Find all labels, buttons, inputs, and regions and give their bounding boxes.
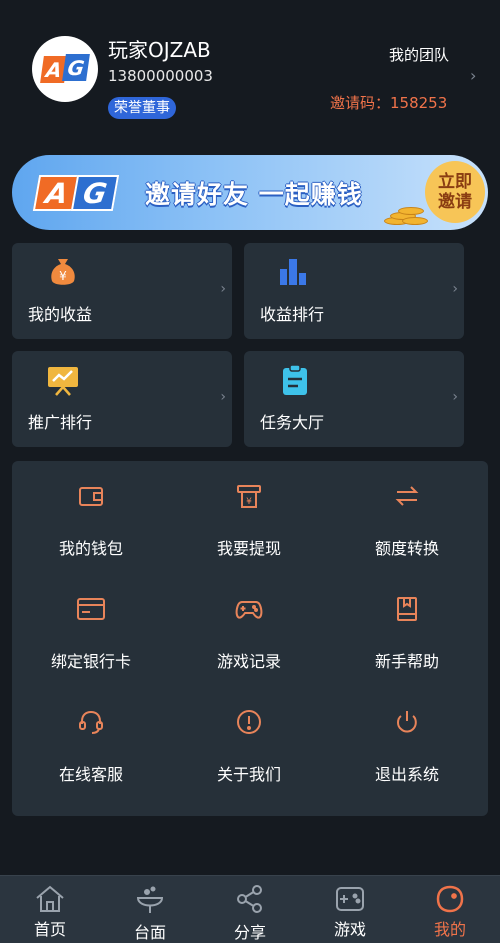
banner-slogan: 邀请好友 一起赚钱 [145, 180, 363, 209]
menu-grid: 我的钱包 ¥ 我要提现 额度转换 绑定银行卡 游戏记录 新手帮助 在线客服 关于… [12, 461, 488, 816]
bottom-tab-bar: 首页 台面 分享 游戏 我的 [0, 875, 500, 943]
card-label: 我的收益 [28, 305, 93, 324]
menu-item-withdraw[interactable]: ¥ 我要提现 [170, 461, 328, 561]
game-icon [336, 887, 364, 911]
card-label: 推广排行 [28, 413, 93, 432]
username: 玩家OJZAB [108, 38, 211, 62]
info-icon [237, 710, 261, 734]
wallet-icon [79, 487, 103, 506]
table-icon [136, 886, 164, 913]
gamepad-icon [235, 601, 263, 619]
chevron-right-icon: › [452, 389, 458, 405]
menu-item-help[interactable]: 新手帮助 [328, 574, 486, 674]
chevron-right-icon: › [452, 281, 458, 297]
tab-table[interactable]: 台面 [100, 876, 200, 943]
vip-badge: 荣誉董事 [108, 97, 176, 119]
share-icon [237, 885, 262, 913]
avatar[interactable]: AG [32, 36, 98, 102]
book-icon [397, 597, 417, 621]
coins-icon [384, 203, 430, 225]
menu-item-transfer[interactable]: 额度转换 [328, 461, 486, 561]
ag-logo-icon: AG [40, 54, 90, 84]
transfer-icon [395, 486, 419, 506]
phone-number: 13800000003 [108, 67, 213, 85]
power-icon [397, 711, 417, 733]
money-bag-icon: ¥ [51, 259, 75, 285]
svg-text:¥: ¥ [246, 497, 252, 507]
tab-home[interactable]: 首页 [0, 876, 100, 943]
menu-item-customer-service[interactable]: 在线客服 [12, 687, 170, 787]
invite-banner[interactable]: A G 邀请好友 一起赚钱 立即 邀请 [12, 155, 488, 230]
profile-header: AG 玩家OJZAB 13800000003 荣誉董事 我的团队 › 邀请码：1… [0, 0, 500, 140]
card-task-hall[interactable]: 任务大厅 › [244, 351, 464, 447]
ag-logo-icon: A G [32, 175, 120, 211]
bank-card-icon [77, 598, 105, 620]
invite-code: 邀请码：158253 [330, 94, 448, 112]
chevron-right-icon: › [220, 389, 226, 405]
card-earnings-ranking[interactable]: 收益排行 › [244, 243, 464, 339]
card-label: 任务大厅 [260, 413, 325, 432]
menu-item-wallet[interactable]: 我的钱包 [12, 461, 170, 561]
profile-icon [436, 885, 464, 913]
card-label: 收益排行 [260, 305, 325, 324]
chevron-right-icon[interactable]: › [470, 66, 476, 85]
svg-text:¥: ¥ [59, 269, 67, 283]
menu-item-about-us[interactable]: 关于我们 [170, 687, 328, 787]
card-promotion-ranking[interactable]: 推广排行 › [12, 351, 232, 447]
tab-share[interactable]: 分享 [200, 876, 300, 943]
my-team-link[interactable]: 我的团队 [389, 44, 449, 65]
clipboard-icon [283, 364, 307, 395]
tab-mine[interactable]: 我的 [400, 876, 500, 943]
card-my-earnings[interactable]: ¥ 我的收益 › [12, 243, 232, 339]
menu-item-bind-card[interactable]: 绑定银行卡 [12, 574, 170, 674]
home-icon [36, 885, 64, 912]
trend-board-icon [48, 367, 78, 396]
headset-icon [79, 710, 103, 734]
chevron-right-icon: › [220, 281, 226, 297]
menu-item-game-records[interactable]: 游戏记录 [170, 574, 328, 674]
bar-chart-icon [280, 259, 306, 285]
withdraw-icon: ¥ [237, 485, 261, 508]
menu-item-logout[interactable]: 退出系统 [328, 687, 486, 787]
invite-now-button[interactable]: 立即 邀请 [425, 161, 485, 223]
tab-games[interactable]: 游戏 [300, 876, 400, 943]
